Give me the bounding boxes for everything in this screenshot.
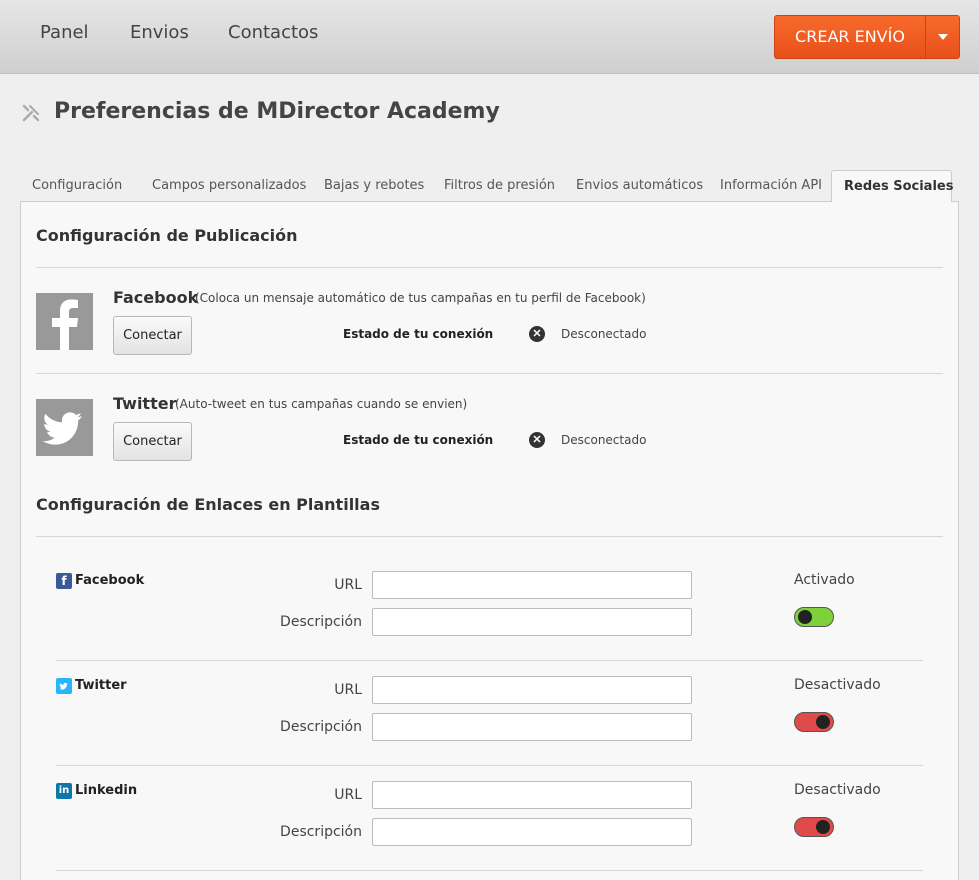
- publication-section-title: Configuración de Publicación: [36, 226, 298, 245]
- url-label: URL: [334, 577, 362, 593]
- url-label: URL: [334, 787, 362, 803]
- tab-informacion-api[interactable]: Información API: [720, 170, 822, 202]
- twitter-link-name: Twitter: [75, 678, 127, 693]
- facebook-icon: f: [56, 573, 72, 589]
- facebook-connect-button[interactable]: Conectar: [113, 316, 192, 355]
- nav-envios[interactable]: Envios: [130, 22, 189, 43]
- linkedin-url-input[interactable]: [372, 781, 692, 809]
- facebook-status-value: Desconectado: [561, 327, 647, 341]
- tab-filtros-presion[interactable]: Filtros de presión: [444, 170, 555, 202]
- nav-contactos[interactable]: Contactos: [228, 22, 318, 43]
- facebook-link-name: Facebook: [75, 573, 145, 588]
- toggle-knob: [816, 715, 830, 729]
- create-envio-label: CREAR ENVÍO: [795, 27, 905, 46]
- tab-envios-automaticos[interactable]: Envios automáticos: [576, 170, 703, 202]
- toggle-knob: [816, 820, 830, 834]
- tools-icon: [22, 104, 40, 122]
- twitter-toggle[interactable]: [794, 712, 834, 732]
- description-label: Descripción: [280, 614, 362, 630]
- facebook-toggle[interactable]: [794, 607, 834, 627]
- toggle-knob: [798, 610, 812, 624]
- twitter-status-label: Estado de tu conexión: [343, 433, 494, 447]
- description-label: Descripción: [280, 824, 362, 840]
- twitter-description: (Auto-tweet en tus campañas cuando se en…: [175, 397, 468, 411]
- create-envio-button[interactable]: CREAR ENVÍO: [774, 15, 960, 59]
- divider: [56, 660, 923, 661]
- links-section-title: Configuración de Enlaces en Plantillas: [36, 495, 380, 514]
- disconnected-icon: ✕: [529, 326, 545, 342]
- facebook-name: Facebook: [113, 288, 199, 307]
- facebook-description-input[interactable]: [372, 608, 692, 636]
- tab-redes-sociales[interactable]: Redes Sociales: [831, 170, 953, 202]
- divider: [36, 536, 943, 537]
- twitter-logo-icon: [36, 399, 93, 456]
- twitter-status-value: Desconectado: [561, 433, 647, 447]
- facebook-url-input[interactable]: [372, 571, 692, 599]
- facebook-state-label: Activado: [794, 572, 855, 588]
- twitter-url-input[interactable]: [372, 676, 692, 704]
- twitter-state-label: Desactivado: [794, 677, 881, 693]
- url-label: URL: [334, 682, 362, 698]
- facebook-description: (Coloca un mensaje automático de tus cam…: [195, 291, 646, 305]
- twitter-connect-button[interactable]: Conectar: [113, 422, 192, 461]
- divider: [36, 267, 943, 268]
- nav-panel[interactable]: Panel: [40, 22, 89, 43]
- divider: [56, 870, 923, 871]
- divider: [56, 765, 923, 766]
- twitter-name: Twitter: [113, 394, 177, 413]
- tab-bajas-rebotes[interactable]: Bajas y rebotes: [324, 170, 424, 202]
- chevron-down-icon[interactable]: [938, 34, 948, 40]
- facebook-status-label: Estado de tu conexión: [343, 327, 494, 341]
- linkedin-icon: in: [56, 783, 72, 799]
- linkedin-description-input[interactable]: [372, 818, 692, 846]
- twitter-icon: [56, 678, 72, 694]
- linkedin-toggle[interactable]: [794, 817, 834, 837]
- tab-configuracion[interactable]: Configuración: [32, 170, 122, 202]
- disconnected-icon: ✕: [529, 432, 545, 448]
- button-divider: [925, 16, 926, 58]
- top-navigation-bar: Panel Envios Contactos CREAR ENVÍO: [0, 0, 979, 74]
- twitter-description-input[interactable]: [372, 713, 692, 741]
- divider: [36, 373, 943, 374]
- tab-campos-personalizados[interactable]: Campos personalizados: [152, 170, 306, 202]
- linkedin-link-name: Linkedin: [75, 783, 138, 798]
- facebook-logo-icon: [36, 293, 93, 350]
- description-label: Descripción: [280, 719, 362, 735]
- linkedin-state-label: Desactivado: [794, 782, 881, 798]
- page-title: Preferencias de MDirector Academy: [54, 99, 500, 124]
